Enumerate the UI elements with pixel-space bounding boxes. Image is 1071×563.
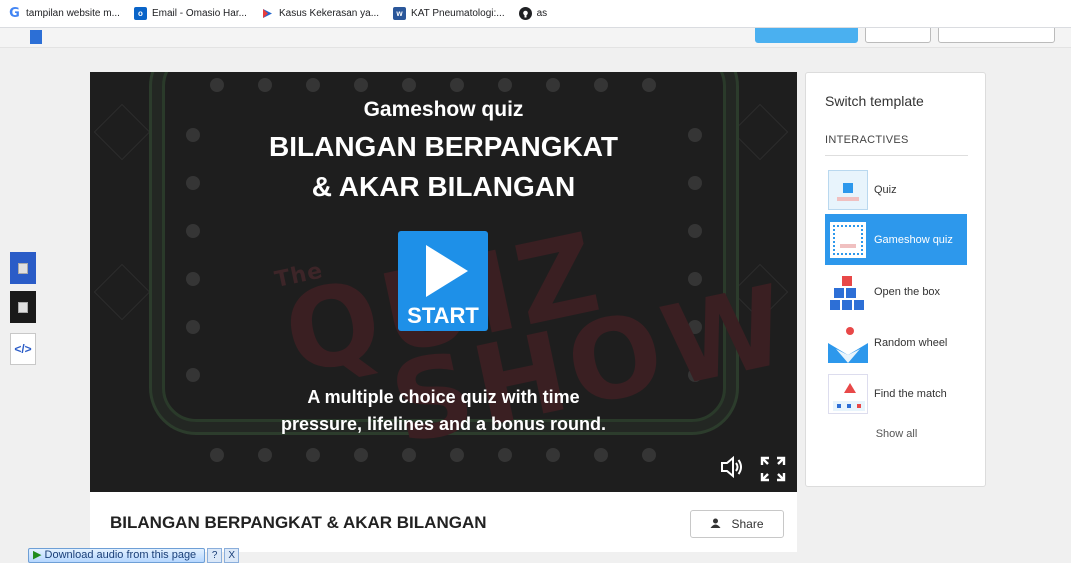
marquee-bulb <box>594 448 608 462</box>
marquee-bulb <box>258 78 272 92</box>
template-name: Random wheel <box>874 336 948 349</box>
template-open-the-box[interactable]: Open the box <box>825 266 967 317</box>
marquee-bulb <box>688 224 702 238</box>
marquee-bulb <box>354 78 368 92</box>
wordwall-logo-icon <box>30 30 42 44</box>
marquee-bulb <box>186 224 200 238</box>
marquee-bulb <box>594 78 608 92</box>
bookmark-google[interactable]: G tampilan website m... <box>8 6 120 21</box>
gameshow-thumbnail-icon <box>828 219 868 260</box>
marquee-bulb <box>402 78 416 92</box>
share-label: Share <box>731 517 764 531</box>
template-find-the-match[interactable]: Find the match <box>825 368 967 419</box>
play-arrow-icon: ▶ <box>33 548 42 561</box>
word-icon: w <box>393 7 407 20</box>
bookmark-label: as <box>536 8 548 19</box>
embed-button[interactable]: </> <box>10 333 36 365</box>
find-match-thumbnail-icon <box>828 373 868 414</box>
marquee-bulb <box>546 448 560 462</box>
switch-template-panel: Switch template INTERACTIVES Quiz Gamesh… <box>805 72 986 487</box>
google-icon: G <box>9 6 20 21</box>
game-template-label: Gameshow quiz <box>363 98 524 121</box>
tool-image-blue[interactable] <box>10 252 36 284</box>
marquee-bulb <box>642 78 656 92</box>
tool-image-black[interactable] <box>10 291 36 323</box>
bookmark-label: KAT Pneumatologi:... <box>411 8 505 19</box>
outlook-icon: o <box>133 7 147 20</box>
fullscreen-icon[interactable] <box>760 456 786 488</box>
bookmark-kinemaster[interactable]: Kasus Kekerasan ya... <box>261 7 379 20</box>
bookmark-label: tampilan website m... <box>26 8 120 19</box>
open-box-thumbnail-icon <box>828 271 868 312</box>
template-name: Find the match <box>874 387 947 400</box>
bookmark-github[interactable]: as <box>518 7 548 20</box>
speaker-icon[interactable] <box>720 455 744 484</box>
help-button[interactable]: ? <box>207 547 223 563</box>
create-activity-button[interactable] <box>755 28 858 43</box>
image-icon <box>18 301 28 313</box>
close-button[interactable]: X <box>224 547 240 563</box>
marquee-bulb <box>306 78 320 92</box>
bookmark-outlook[interactable]: o Email - Omasio Har... <box>133 7 247 20</box>
marquee-bulb <box>258 448 272 462</box>
play-icon <box>426 245 468 297</box>
github-icon <box>518 7 532 20</box>
marquee-bulb <box>210 448 224 462</box>
game-title: BILANGAN BERPANGKAT & AKAR BILANGAN <box>269 131 618 202</box>
bookmark-label: Email - Omasio Har... <box>151 8 247 19</box>
start-button[interactable]: START <box>398 231 488 331</box>
download-audio-button[interactable]: ▶ Download audio from this page <box>28 547 206 563</box>
account-button[interactable] <box>938 28 1055 43</box>
embed-icon: </> <box>14 342 32 356</box>
bookmarks-bar: G tampilan website m... o Email - Omasio… <box>0 0 1071 28</box>
game-description: A multiple choice quiz with time pressur… <box>280 387 607 434</box>
marquee-bulb <box>546 78 560 92</box>
marquee-bulb <box>498 78 512 92</box>
bookmark-word[interactable]: w KAT Pneumatologi:... <box>393 7 505 20</box>
game-stage[interactable]: The QUIZ SHOW Gameshow quiz BILANGAN BER… <box>90 72 797 492</box>
random-wheel-thumbnail-icon <box>828 322 868 363</box>
share-button[interactable]: Share <box>690 510 784 538</box>
start-label: START <box>407 303 479 328</box>
activity-title: BILANGAN BERPANGKAT & AKAR BILANGAN <box>110 513 487 532</box>
bookmark-label: Kasus Kekerasan ya... <box>278 8 380 19</box>
template-quiz[interactable]: Quiz <box>825 164 967 215</box>
marquee-bulb <box>186 272 200 286</box>
panel-title: Switch template <box>825 93 924 109</box>
marquee-bulb <box>498 448 512 462</box>
panel-section-heading: INTERACTIVES <box>825 134 909 146</box>
divider <box>825 155 968 156</box>
activity-title-bar: BILANGAN BERPANGKAT & AKAR BILANGAN Shar… <box>90 492 797 552</box>
marquee-bulb <box>186 368 200 382</box>
app-header <box>0 28 1071 48</box>
image-icon <box>18 262 28 274</box>
show-all-link[interactable]: Show all <box>806 428 987 440</box>
template-name: Open the box <box>874 285 941 298</box>
template-gameshow-quiz[interactable]: Gameshow quiz <box>825 214 967 265</box>
template-name: Quiz <box>874 183 897 196</box>
template-name: Gameshow quiz <box>874 233 953 246</box>
decor-diamond <box>93 263 151 321</box>
download-audio-bar: ▶ Download audio from this page ? X <box>28 547 240 563</box>
quiz-thumbnail-icon <box>828 169 868 210</box>
person-icon <box>710 518 721 531</box>
marquee-bulb <box>186 320 200 334</box>
marquee-bulb <box>450 78 464 92</box>
marquee-bulb <box>642 448 656 462</box>
download-audio-label: Download audio from this page <box>44 548 197 561</box>
marquee-bulb <box>210 78 224 92</box>
template-random-wheel[interactable]: Random wheel <box>825 317 967 368</box>
kinemaster-icon <box>261 7 274 20</box>
upgrade-button[interactable] <box>865 28 931 43</box>
